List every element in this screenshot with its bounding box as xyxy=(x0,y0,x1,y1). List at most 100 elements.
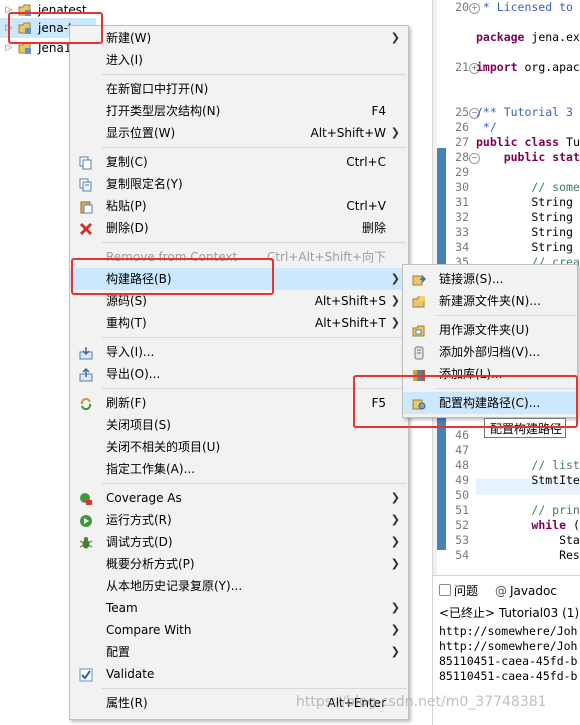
menu-item[interactable]: 调试方式(D) ❯ xyxy=(70,531,408,553)
menu-item[interactable]: 显示位置(W) Alt+Shift+W ❯ xyxy=(70,122,408,144)
submenu-arrow-icon: ❯ xyxy=(390,513,400,526)
menu-item-label: 导入(I)... xyxy=(106,345,155,359)
menu-item[interactable]: 复制(C) Ctrl+C xyxy=(70,151,408,173)
code-line: Sta xyxy=(476,533,580,547)
line-number: 26 xyxy=(455,120,469,134)
menu-item-label: 粘贴(P) xyxy=(106,199,147,213)
menu-item-label: 运行方式(R) xyxy=(106,513,172,527)
line-number: 27 xyxy=(455,135,469,149)
menu-item-label: 新建源文件夹(N)... xyxy=(439,294,541,308)
menu-item-shortcut: Alt+Shift+W xyxy=(310,126,387,140)
menu-item[interactable]: Coverage As ❯ xyxy=(70,487,408,509)
menu-item-label: Team xyxy=(106,601,138,615)
menu-item[interactable]: 在新窗口中打开(N) xyxy=(70,78,408,100)
debug-icon xyxy=(79,535,93,549)
menu-item-label: 属性(R) xyxy=(106,696,148,710)
menu-separator xyxy=(102,483,406,484)
line-number: 49 xyxy=(455,473,469,487)
menu-item[interactable]: 新建源文件夹(N)... xyxy=(403,290,577,312)
add-archive-icon xyxy=(412,345,426,360)
menu-item[interactable]: 运行方式(R) ❯ xyxy=(70,509,408,531)
menu-item-label: 删除(D) xyxy=(106,221,149,235)
menu-item[interactable]: 配置 ❯ xyxy=(70,641,408,663)
context-menu: 新建(W) ❯ 进入(I) 在新窗口中打开(N) 打开类型层次结构(N) F4 显示位置(W… xyxy=(69,25,409,720)
line-number: 50 xyxy=(455,488,469,502)
menu-item[interactable]: 删除(D) 删除 xyxy=(70,217,408,239)
menu-item[interactable]: 进入(I) xyxy=(70,49,408,71)
menu-item-shortcut: 删除 xyxy=(361,221,386,235)
export-icon xyxy=(79,367,93,382)
menu-item-label: 关闭项目(S) xyxy=(106,418,171,432)
menu-item-label: 打开类型层次结构(N) xyxy=(106,104,221,118)
menu-item[interactable]: 粘贴(P) Ctrl+V xyxy=(70,195,408,217)
menu-item[interactable]: 用作源文件夹(U) xyxy=(403,319,577,341)
menu-item[interactable]: 新建(W) ❯ xyxy=(70,27,408,49)
new-source-folder-icon xyxy=(412,294,426,308)
line-number: 25 xyxy=(455,105,469,119)
line-number: 20 xyxy=(455,0,469,14)
console-line: 85110451-caea-45fd-b xyxy=(439,669,578,683)
menu-item-label: 显示位置(W) xyxy=(106,126,176,140)
menu-item[interactable]: 指定工作集(A)... xyxy=(70,458,408,480)
menu-item-shortcut: Ctrl+V xyxy=(346,199,386,213)
menu-item-label: 重构(T) xyxy=(106,316,147,330)
menu-item[interactable]: 从本地历史记录复原(Y)... xyxy=(70,575,408,597)
copy-icon xyxy=(79,155,93,170)
line-number: 30 xyxy=(455,180,469,194)
line-number: 47 xyxy=(455,443,469,457)
code-line: String xyxy=(476,240,573,254)
menu-item[interactable]: 关闭不相关的项目(U) xyxy=(70,436,408,458)
menu-separator xyxy=(102,147,406,148)
submenu-arrow-icon: ❯ xyxy=(390,535,400,548)
menu-item-shortcut: Ctrl+Alt+Shift+向下 xyxy=(266,250,386,264)
line-number: 54 xyxy=(455,548,469,562)
menu-separator xyxy=(102,688,406,689)
menu-item-shortcut: Alt+Shift+T xyxy=(315,316,386,330)
code-line: * Licensed to xyxy=(476,0,573,14)
line-number: 51 xyxy=(455,503,469,517)
menu-item-label: 新建(W) xyxy=(106,31,152,45)
line-number: 31 xyxy=(455,195,469,209)
tab-problems[interactable]: 问题 xyxy=(439,582,478,600)
menu-item[interactable]: Team ❯ xyxy=(70,597,408,619)
menu-item-label: 概要分析方式(P) xyxy=(106,557,195,571)
menu-item[interactable]: Compare With ❯ xyxy=(70,619,408,641)
submenu-arrow-icon: ❯ xyxy=(390,31,400,44)
code-line: Res xyxy=(476,548,580,562)
menu-item[interactable]: 复制限定名(Y) xyxy=(70,173,408,195)
menu-item-label: 复制限定名(Y) xyxy=(106,177,183,191)
menu-item[interactable]: 重构(T) Alt+Shift+T ❯ xyxy=(70,312,408,334)
coverage-icon xyxy=(79,491,93,505)
paste-icon xyxy=(79,199,93,214)
menu-item[interactable]: 链接源(S)... xyxy=(403,268,577,290)
line-number: 46 xyxy=(455,428,469,442)
menu-separator xyxy=(435,315,575,316)
code-line: */ xyxy=(476,120,497,134)
code-line: String xyxy=(476,195,573,209)
line-number: 48 xyxy=(455,458,469,472)
menu-separator xyxy=(102,242,406,243)
delete-icon xyxy=(79,221,93,236)
annotation-box-configure xyxy=(353,375,578,428)
menu-item-shortcut: F4 xyxy=(371,104,386,118)
submenu-arrow-icon: ❯ xyxy=(390,645,400,658)
annotation-box-build-path xyxy=(71,258,274,295)
menu-item-label: Coverage As xyxy=(106,491,182,505)
code-line: // prin xyxy=(531,503,580,517)
code-line: String xyxy=(476,210,573,224)
code-line: /** Tutorial 3 xyxy=(476,105,573,119)
code-line: package jena.ex xyxy=(476,30,580,44)
submenu-arrow-icon: ❯ xyxy=(390,126,400,139)
menu-item-label: 链接源(S)... xyxy=(439,272,504,286)
submenu-arrow-icon: ❯ xyxy=(390,294,400,307)
console-line: http://somewhere/Joh xyxy=(439,639,578,653)
menu-item[interactable]: Validate xyxy=(70,663,408,685)
menu-item[interactable]: 添加外部归档(V)... xyxy=(403,341,577,363)
menu-item[interactable]: 概要分析方式(P) ❯ xyxy=(70,553,408,575)
tab-javadoc[interactable]: @ Javadoc xyxy=(495,582,557,600)
refresh-icon xyxy=(79,396,93,411)
line-number: 21 xyxy=(455,60,469,74)
menu-item[interactable]: 导入(I)... xyxy=(70,341,408,363)
menu-item[interactable]: 打开类型层次结构(N) F4 xyxy=(70,100,408,122)
menu-item-label: 用作源文件夹(U) xyxy=(439,323,530,337)
